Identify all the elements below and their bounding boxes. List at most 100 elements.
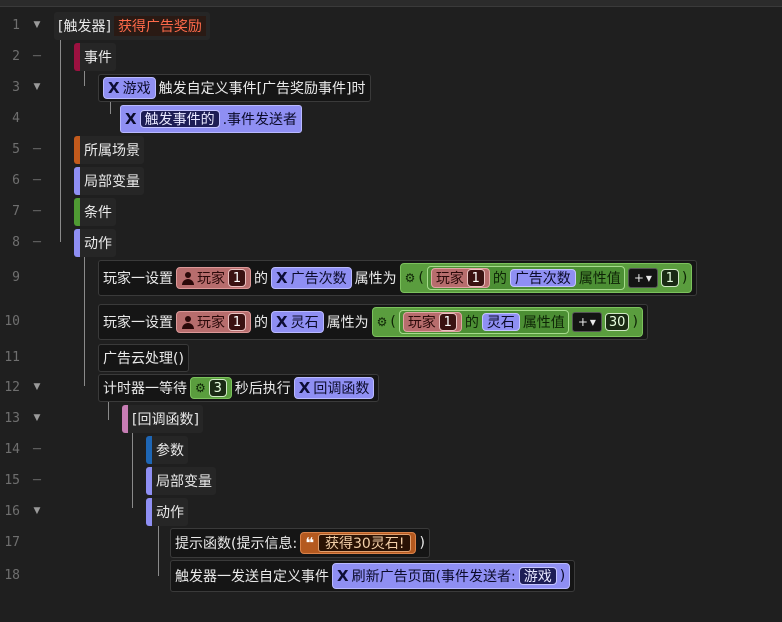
chevron-down-icon[interactable]: ▼ <box>31 82 43 92</box>
section-action[interactable]: 动作 <box>74 229 116 257</box>
trigger-name[interactable]: 获得广告奖励 <box>113 16 206 36</box>
player-label: 玩家 <box>197 271 225 287</box>
sender-chip[interactable]: 游戏 <box>518 567 557 585</box>
inner-player-chip[interactable]: 玩家 1 <box>430 268 490 288</box>
collapse-dash-icon[interactable]: — <box>31 175 43 185</box>
chevron-down-icon[interactable]: ▼ <box>31 506 43 516</box>
math-expression[interactable]: ⚙ ( 玩家 1 的 灵石 属性值 + ▾ 30 ) <box>371 307 643 337</box>
math-expression[interactable]: ⚙ ( 玩家 1 的 广告次数 属性值 + ▾ 1 ) <box>399 263 693 293</box>
timer-block[interactable]: 计时器一等待 ⚙ 3 秒后执行 X 回调函数 <box>98 374 380 402</box>
trigger-header[interactable]: [触发器] 获得广告奖励 <box>54 12 210 40</box>
attr-label: 广告次数 <box>290 271 347 287</box>
collapse-dash-icon[interactable]: — <box>31 206 43 216</box>
refresh-event-chip[interactable]: X 刷新广告页面(事件发送者: 游戏 ) <box>332 563 571 589</box>
player-chip[interactable]: 玩家 1 <box>176 311 251 333</box>
inner-player-index[interactable]: 1 <box>466 269 485 287</box>
tip-function-block[interactable]: 提示函数(提示信息: ❝ 获得30灵石! ) <box>170 528 430 558</box>
line-number: 11 <box>4 350 20 365</box>
ad-cloud-block[interactable]: 广告云处理() <box>98 344 189 372</box>
chevron-down-icon[interactable]: ▼ <box>31 20 43 30</box>
addend-value[interactable]: 30 <box>604 313 630 331</box>
game-chip[interactable]: X 游戏 <box>103 77 156 99</box>
chevron-down-icon[interactable]: ▼ <box>31 382 43 392</box>
attr-chip[interactable]: X 广告次数 <box>271 267 352 289</box>
line-14: 14 — 参数 <box>0 436 782 464</box>
collapse-dash-icon[interactable]: — <box>31 51 43 61</box>
section-label: 所属场景 <box>84 143 140 159</box>
inner-attr-chip[interactable]: 灵石 <box>481 313 520 331</box>
section-label: 动作 <box>84 236 112 252</box>
attr-chip[interactable]: X 灵石 <box>271 311 324 333</box>
send-event-block[interactable]: 触发器一发送自定义事件 X 刷新广告页面(事件发送者: 游戏 ) <box>170 560 576 592</box>
section-params[interactable]: 参数 <box>146 436 188 464</box>
operator-select[interactable]: + ▾ <box>571 312 602 332</box>
x-variable-icon: X <box>298 379 311 397</box>
collapse-dash-icon[interactable]: — <box>31 475 43 485</box>
line-8: 8 — 动作 <box>0 229 782 257</box>
operator-label: + <box>633 271 644 285</box>
addend-value[interactable]: 1 <box>660 269 679 287</box>
line-number: 13 <box>4 411 20 426</box>
inner-player-label: 玩家 <box>407 315 436 331</box>
line-9: 9 玩家一设置 玩家 1 的 X 广告次数 属性为 ⚙ ( 玩家 1 的 广告次… <box>0 260 782 296</box>
set-ad-count-block[interactable]: 玩家一设置 玩家 1 的 X 广告次数 属性为 ⚙ ( 玩家 1 的 广告次数 … <box>98 260 698 296</box>
line-number: 15 <box>4 473 20 488</box>
event-block[interactable]: X 游戏 触发自定义事件[广告奖励事件]时 <box>98 74 371 102</box>
callback-chip[interactable]: X 回调函数 <box>293 377 375 399</box>
event-sender-block[interactable]: X 触发事件的 .事件发送者 <box>120 105 303 133</box>
collapse-dash-icon[interactable]: — <box>31 237 43 247</box>
section-local-vars[interactable]: 局部变量 <box>74 167 144 195</box>
set-spirit-stone-block[interactable]: 玩家一设置 玩家 1 的 X 灵石 属性为 ⚙ ( 玩家 1 的 灵石 属性值 … <box>98 304 648 340</box>
player-index[interactable]: 1 <box>228 269 246 287</box>
attr-label: 灵石 <box>290 315 319 331</box>
collapse-dash-icon[interactable]: — <box>31 444 43 454</box>
line-number: 2 <box>12 49 20 64</box>
line-15: 15 — 局部变量 <box>0 467 782 495</box>
line-number: 16 <box>4 504 20 519</box>
line-number: 17 <box>4 535 20 550</box>
inner-player-chip[interactable]: 玩家 1 <box>402 312 462 332</box>
attr-value-expr[interactable]: 玩家 1 的 广告次数 属性值 <box>426 266 625 290</box>
action-prefix: 玩家一设置 <box>103 271 173 287</box>
inner-attr-chip[interactable]: 广告次数 <box>509 269 576 287</box>
section-callback-action[interactable]: 动作 <box>146 498 188 526</box>
calc-icon: ⚙ <box>376 315 388 329</box>
section-event[interactable]: 事件 <box>74 43 116 71</box>
player-icon <box>181 271 194 285</box>
collapse-dash-icon[interactable]: — <box>31 144 43 154</box>
callback-function[interactable]: [回调函数] <box>122 405 203 433</box>
trigger-event-chip[interactable]: 触发事件的 <box>139 110 220 128</box>
string-value[interactable]: 获得30灵石! <box>318 534 412 552</box>
player-index[interactable]: 1 <box>228 313 246 331</box>
trigger-bracket: [触发器] <box>58 19 111 35</box>
inner-player-index[interactable]: 1 <box>438 313 457 331</box>
player-label: 玩家 <box>197 315 225 331</box>
x-variable-icon: X <box>276 313 288 331</box>
close-paren: ) <box>559 568 566 584</box>
paren-close: ) <box>681 270 688 286</box>
section-label: 参数 <box>156 443 184 459</box>
seconds-expression[interactable]: ⚙ 3 <box>190 377 232 399</box>
section-condition[interactable]: 条件 <box>74 198 116 226</box>
line-number: 14 <box>4 442 20 457</box>
of-text: 的 <box>254 315 268 331</box>
section-label: 局部变量 <box>156 474 212 490</box>
inner-player-label: 玩家 <box>435 271 464 287</box>
paren-close: ) <box>632 314 638 330</box>
line-number: 8 <box>12 235 20 250</box>
player-icon <box>181 315 194 329</box>
player-chip[interactable]: 玩家 1 <box>176 267 251 289</box>
paren-open: ( <box>418 270 424 286</box>
string-literal[interactable]: ❝ 获得30灵石! <box>300 532 417 554</box>
line-number: 9 <box>12 270 20 285</box>
attr-value-expr[interactable]: 玩家 1 的 灵石 属性值 <box>398 310 569 334</box>
section-label: 动作 <box>156 505 184 521</box>
section-scene[interactable]: 所属场景 <box>74 136 144 164</box>
section-callback-local-vars[interactable]: 局部变量 <box>146 467 216 495</box>
chevron-down-icon[interactable]: ▼ <box>31 413 43 423</box>
seconds-value[interactable]: 3 <box>208 379 227 397</box>
line-11: 11 广告云处理() <box>0 344 782 372</box>
timer-middle: 秒后执行 <box>234 381 291 397</box>
operator-select[interactable]: + ▾ <box>627 268 658 288</box>
line-number: 12 <box>4 380 20 395</box>
